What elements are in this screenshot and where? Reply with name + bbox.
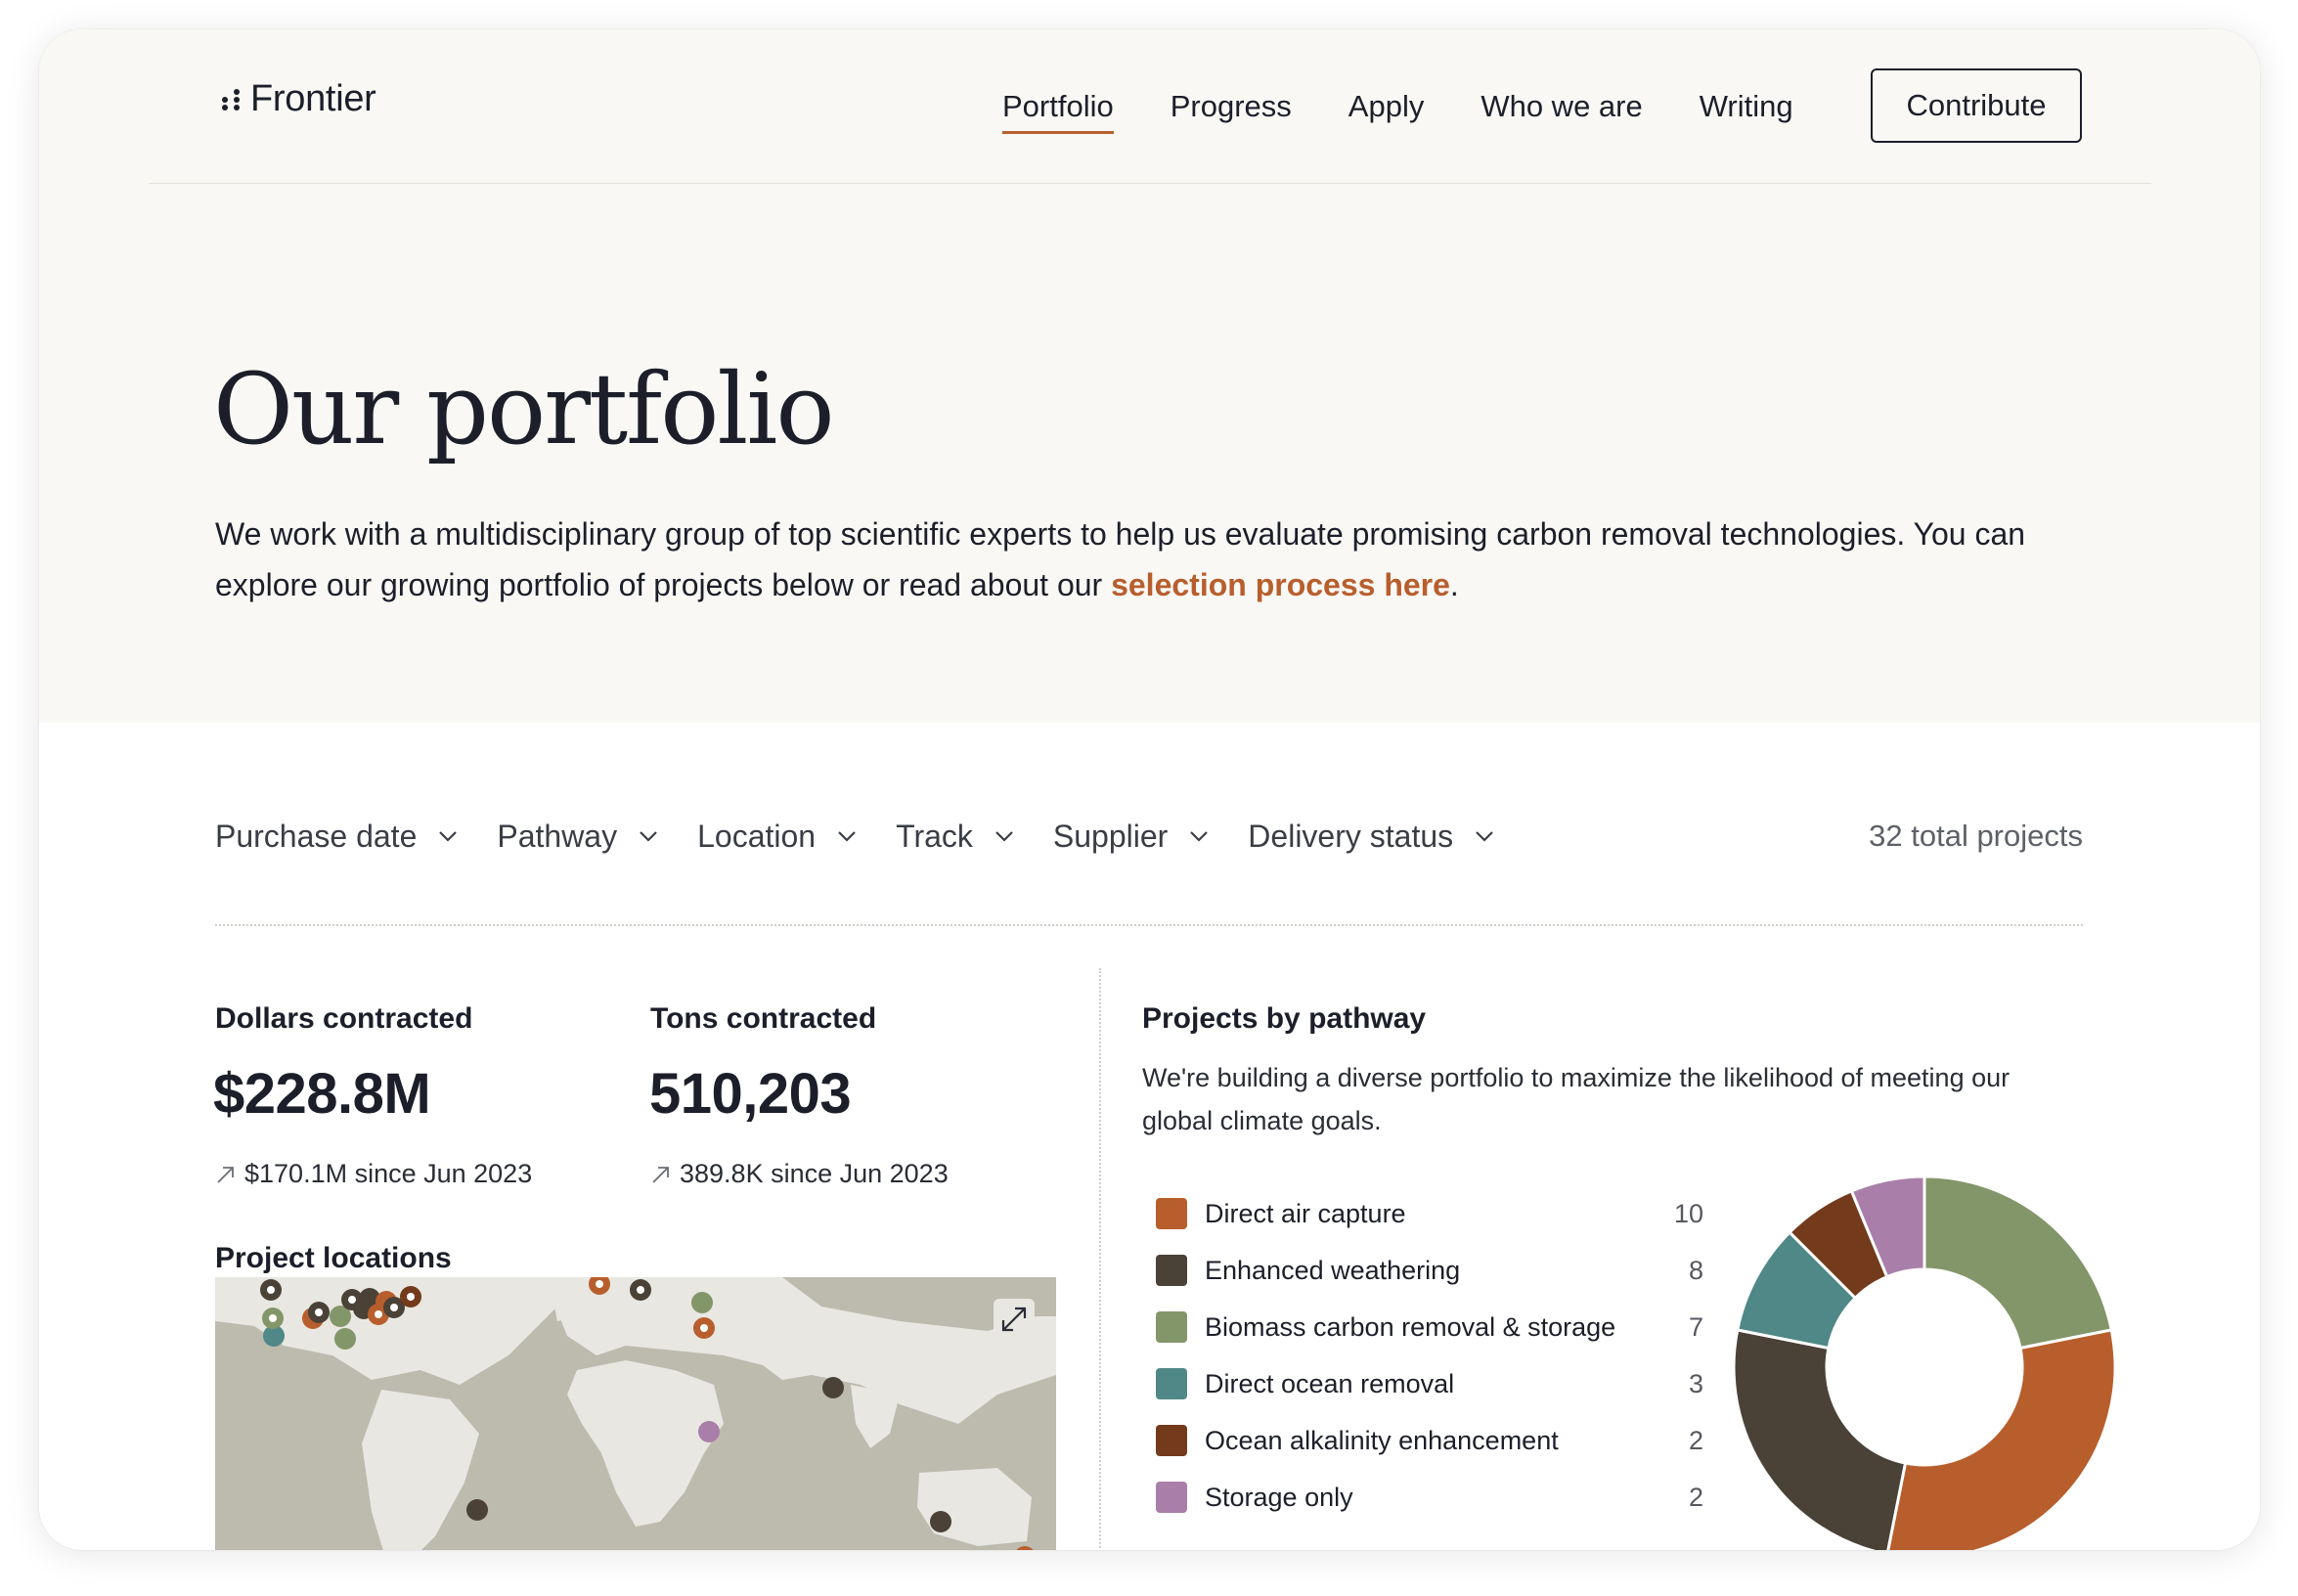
legend-item[interactable]: Ocean alkalinity enhancement 2 [1156, 1412, 1703, 1469]
filter-track[interactable]: Track [896, 819, 1014, 855]
legend-count: 8 [1688, 1255, 1703, 1285]
frontier-logo-icon [222, 88, 240, 111]
map-pin[interactable] [400, 1286, 421, 1308]
expand-icon[interactable] [994, 1299, 1035, 1340]
chevron-down-icon [995, 831, 1013, 842]
world-map [215, 1277, 1056, 1550]
legend-item[interactable]: Storage only 2 [1156, 1469, 1703, 1526]
filter-divider [215, 924, 2083, 926]
contribute-button[interactable]: Contribute [1871, 68, 2082, 143]
brand-name: Frontier [250, 78, 376, 119]
donut-slice-enhanced-weathering[interactable] [1732, 1328, 1908, 1550]
legend-swatch [1156, 1368, 1187, 1399]
intro-text-after: . [1449, 567, 1459, 602]
project-locations-map[interactable] [215, 1277, 1056, 1550]
filter-location[interactable]: Location [697, 819, 857, 855]
nav-portfolio[interactable]: Portfolio [1002, 89, 1114, 134]
legend-swatch [1156, 1311, 1187, 1343]
nav-writing[interactable]: Writing [1700, 89, 1793, 124]
tons-contracted-value: 510,203 [649, 1062, 852, 1126]
legend-swatch [1156, 1198, 1187, 1229]
legend-swatch [1156, 1482, 1187, 1513]
pathway-donut-chart [1732, 1175, 2117, 1550]
legend-swatch [1156, 1425, 1187, 1456]
legend-label: Direct air capture [1205, 1198, 1406, 1228]
nav-progress[interactable]: Progress [1171, 89, 1292, 124]
legend-label: Enhanced weathering [1205, 1255, 1461, 1285]
chevron-down-icon [838, 831, 856, 842]
legend-label: Storage only [1205, 1482, 1353, 1512]
map-pin[interactable] [1014, 1546, 1036, 1550]
arrow-up-right-icon [217, 1166, 234, 1183]
project-locations-title: Project locations [215, 1242, 452, 1274]
filter-pathway[interactable]: Pathway [497, 819, 658, 855]
dollars-delta-text: $170.1M since Jun 2023 [244, 1159, 533, 1188]
dollars-contracted-value: $228.8M [213, 1062, 431, 1126]
legend-label: Direct ocean removal [1205, 1368, 1455, 1398]
dollars-delta: $170.1M since Jun 2023 [215, 1159, 532, 1189]
filter-supplier[interactable]: Supplier [1053, 819, 1209, 855]
filter-label: Supplier [1052, 818, 1169, 854]
chevron-down-icon [1190, 831, 1209, 842]
legend-count: 10 [1673, 1198, 1703, 1228]
legend-item[interactable]: Direct air capture 10 [1156, 1185, 1703, 1242]
tons-delta-text: 389.8K since Jun 2023 [680, 1159, 949, 1188]
donut-slice-direct-air-capture[interactable] [1886, 1328, 2117, 1550]
legend-item[interactable]: Direct ocean removal 3 [1156, 1355, 1703, 1412]
legend-count: 3 [1688, 1368, 1703, 1398]
map-pin[interactable] [691, 1292, 713, 1313]
map-pin[interactable] [260, 1279, 282, 1301]
filter-label: Delivery status [1248, 818, 1454, 854]
filter-label: Purchase date [215, 818, 418, 854]
map-pin[interactable] [693, 1317, 715, 1339]
map-pin[interactable] [466, 1499, 488, 1521]
column-divider [1099, 968, 1101, 1550]
filter-label: Location [697, 818, 817, 854]
filter-delivery-status[interactable]: Delivery status [1248, 819, 1494, 855]
legend-count: 2 [1688, 1425, 1703, 1455]
filter-purchase-date[interactable]: Purchase date [215, 819, 458, 855]
pathway-description: We're building a diverse portfolio to ma… [1142, 1063, 2011, 1135]
chevron-down-icon [439, 831, 458, 842]
map-pin[interactable] [698, 1421, 720, 1442]
pathway-legend: Direct air capture 10 Enhanced weathering 8… [1156, 1185, 1703, 1526]
legend-label: Ocean alkalinity enhancement [1205, 1425, 1559, 1455]
arrow-up-right-icon [652, 1166, 669, 1183]
filter-label: Track [896, 818, 973, 854]
legend-item[interactable]: Enhanced weathering 8 [1156, 1242, 1703, 1299]
total-projects-count: 32 total projects [1869, 819, 2083, 853]
legend-swatch [1156, 1255, 1187, 1286]
legend-label: Biomass carbon removal & storage [1205, 1311, 1616, 1342]
legend-item[interactable]: Biomass carbon removal & storage 7 [1156, 1299, 1703, 1355]
main-nav: Portfolio Progress Apply Who we are Writ… [1002, 68, 1850, 145]
page-title: Our portfolio [213, 352, 835, 466]
intro-text: We work with a multidisciplinary group o… [215, 509, 2132, 610]
filter-label: Pathway [497, 818, 618, 854]
selection-process-link[interactable]: selection process here [1111, 567, 1450, 602]
chevron-down-icon [640, 831, 657, 842]
header-divider [149, 183, 2151, 184]
projects-by-pathway-title: Projects by pathway [1142, 1002, 1427, 1035]
map-pin[interactable] [308, 1302, 330, 1323]
map-pin[interactable] [262, 1308, 284, 1329]
brand-logo[interactable]: Frontier [217, 78, 376, 120]
tons-contracted-label: Tons contracted [650, 1002, 877, 1035]
map-pin[interactable] [822, 1377, 844, 1398]
chevron-down-icon [1476, 831, 1493, 842]
map-pin[interactable] [930, 1511, 951, 1532]
legend-count: 7 [1688, 1311, 1703, 1342]
tons-delta: 389.8K since Jun 2023 [650, 1159, 949, 1189]
dollars-contracted-label: Dollars contracted [215, 1002, 473, 1035]
map-pin[interactable] [630, 1279, 651, 1301]
filter-bar: Purchase date Pathway Location Track Sup… [215, 807, 2083, 865]
page-card: Frontier Portfolio Progress Apply Who we… [39, 29, 2260, 1550]
nav-apply[interactable]: Apply [1348, 89, 1425, 124]
map-pin[interactable] [334, 1328, 356, 1350]
donut-slice-biomass-carbon-removal-storage[interactable] [1922, 1175, 2114, 1351]
legend-count: 2 [1688, 1482, 1703, 1512]
nav-who-we-are[interactable]: Who we are [1480, 89, 1642, 124]
